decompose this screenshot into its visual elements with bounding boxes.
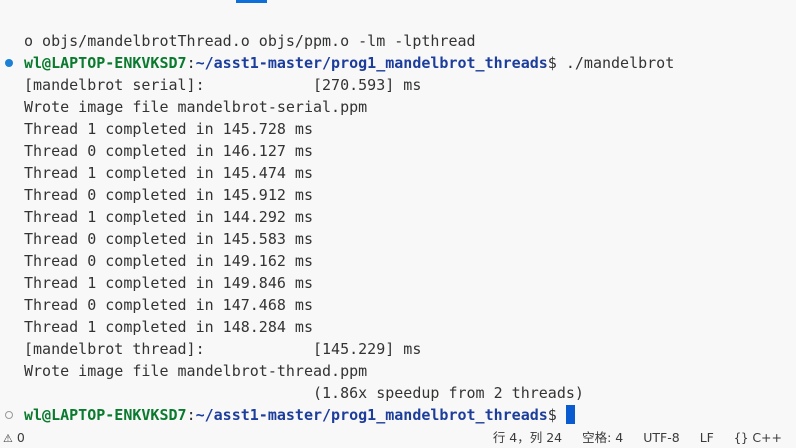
prompt-path: ~/asst1-master/prog1_mandelbrot_threads — [195, 54, 548, 72]
cursor-position[interactable]: 行 4，列 24 — [493, 428, 562, 448]
output-text: Thread 0 completed in 147.468 ms — [24, 296, 313, 314]
prompt-symbol: $ — [547, 54, 566, 72]
encoding[interactable]: UTF-8 — [643, 428, 679, 448]
terminal-line: [mandelbrot thread]: [145.229] ms — [0, 338, 796, 360]
output-text: Thread 1 completed in 145.728 ms — [24, 120, 313, 138]
prompt-line: wl@LAPTOP-ENKVKSD7:~/asst1-master/prog1_… — [0, 404, 796, 426]
status-right-items: 行 4，列 24 空格: 4 UTF-8 LF {} C++ — [493, 428, 782, 448]
output-text: Thread 1 completed in 149.846 ms — [24, 274, 313, 292]
output-text: o objs/mandelbrotThread.o objs/ppm.o -lm… — [24, 32, 476, 50]
terminal-line: Thread 1 completed in 145.474 ms — [0, 162, 796, 184]
terminal-line: o objs/mandelbrotThread.o objs/ppm.o -lm… — [0, 30, 796, 52]
output-text: Thread 1 completed in 148.284 ms — [24, 318, 313, 336]
terminal-line: Thread 0 completed in 149.162 ms — [0, 250, 796, 272]
indentation[interactable]: 空格: 4 — [582, 428, 623, 448]
terminal-line: Thread 1 completed in 148.284 ms — [0, 316, 796, 338]
active-tab-indicator — [236, 0, 267, 3]
output-text: [mandelbrot thread]: [145.229] ms — [24, 340, 422, 358]
terminal-line: Thread 1 completed in 144.292 ms — [0, 206, 796, 228]
command-text: ./mandelbrot — [565, 54, 675, 72]
output-text: Thread 0 completed in 145.583 ms — [24, 230, 313, 248]
output-text: Thread 1 completed in 145.474 ms — [24, 164, 313, 182]
prompt-user: wl@LAPTOP-ENKVKSD7 — [24, 406, 187, 424]
prompt-colon: : — [186, 406, 196, 424]
terminal-line: Thread 0 completed in 145.912 ms — [0, 184, 796, 206]
warning-icon: ⚠ — [3, 432, 13, 445]
line-ending[interactable]: LF — [700, 428, 714, 448]
output-text: Thread 0 completed in 146.127 ms — [24, 142, 313, 160]
terminal-line: Wrote image file mandelbrot-serial.ppm — [0, 96, 796, 118]
terminal-line: Thread 1 completed in 145.728 ms — [0, 118, 796, 140]
terminal-line: [mandelbrot serial]: [270.593] ms — [0, 74, 796, 96]
terminal-line: Wrote image file mandelbrot-thread.ppm — [0, 360, 796, 382]
prompt-symbol: $ — [547, 406, 566, 424]
terminal-line: (1.86x speedup from 2 threads) — [0, 382, 796, 404]
output-text: Thread 0 completed in 149.162 ms — [24, 252, 313, 270]
terminal-line: Thread 0 completed in 147.468 ms — [0, 294, 796, 316]
terminal-line: Thread 1 completed in 149.846 ms — [0, 272, 796, 294]
warnings-count: 0 — [16, 430, 25, 445]
prompt-user: wl@LAPTOP-ENKVKSD7 — [24, 54, 187, 72]
status-bar: ⚠ 0 行 4，列 24 空格: 4 UTF-8 LF {} C++ — [0, 428, 796, 447]
language-mode[interactable]: {} C++ — [734, 428, 782, 448]
terminal-line: Thread 0 completed in 145.583 ms — [0, 228, 796, 250]
output-text: (1.86x speedup from 2 threads) — [24, 384, 584, 402]
output-text: [mandelbrot serial]: [270.593] ms — [24, 76, 422, 94]
output-text: Wrote image file mandelbrot-thread.ppm — [24, 362, 368, 380]
language-label: C++ — [752, 430, 782, 445]
terminal-output[interactable]: o objs/mandelbrotThread.o objs/ppm.o -lm… — [0, 30, 796, 426]
prompt-line: wl@LAPTOP-ENKVKSD7:~/asst1-master/prog1_… — [0, 52, 796, 74]
output-text: Wrote image file mandelbrot-serial.ppm — [24, 98, 368, 116]
command-pending-icon[interactable] — [5, 411, 13, 419]
braces-icon: {} — [733, 431, 749, 445]
prompt-colon: : — [186, 54, 196, 72]
output-text: Thread 1 completed in 144.292 ms — [24, 208, 313, 226]
output-text: Thread 0 completed in 145.912 ms — [24, 186, 313, 204]
terminal-line: Thread 0 completed in 146.127 ms — [0, 140, 796, 162]
command-success-icon[interactable] — [5, 59, 13, 67]
terminal-cursor[interactable] — [565, 405, 575, 424]
problems-indicator[interactable]: ⚠ 0 — [3, 428, 25, 448]
prompt-path: ~/asst1-master/prog1_mandelbrot_threads — [195, 406, 548, 424]
